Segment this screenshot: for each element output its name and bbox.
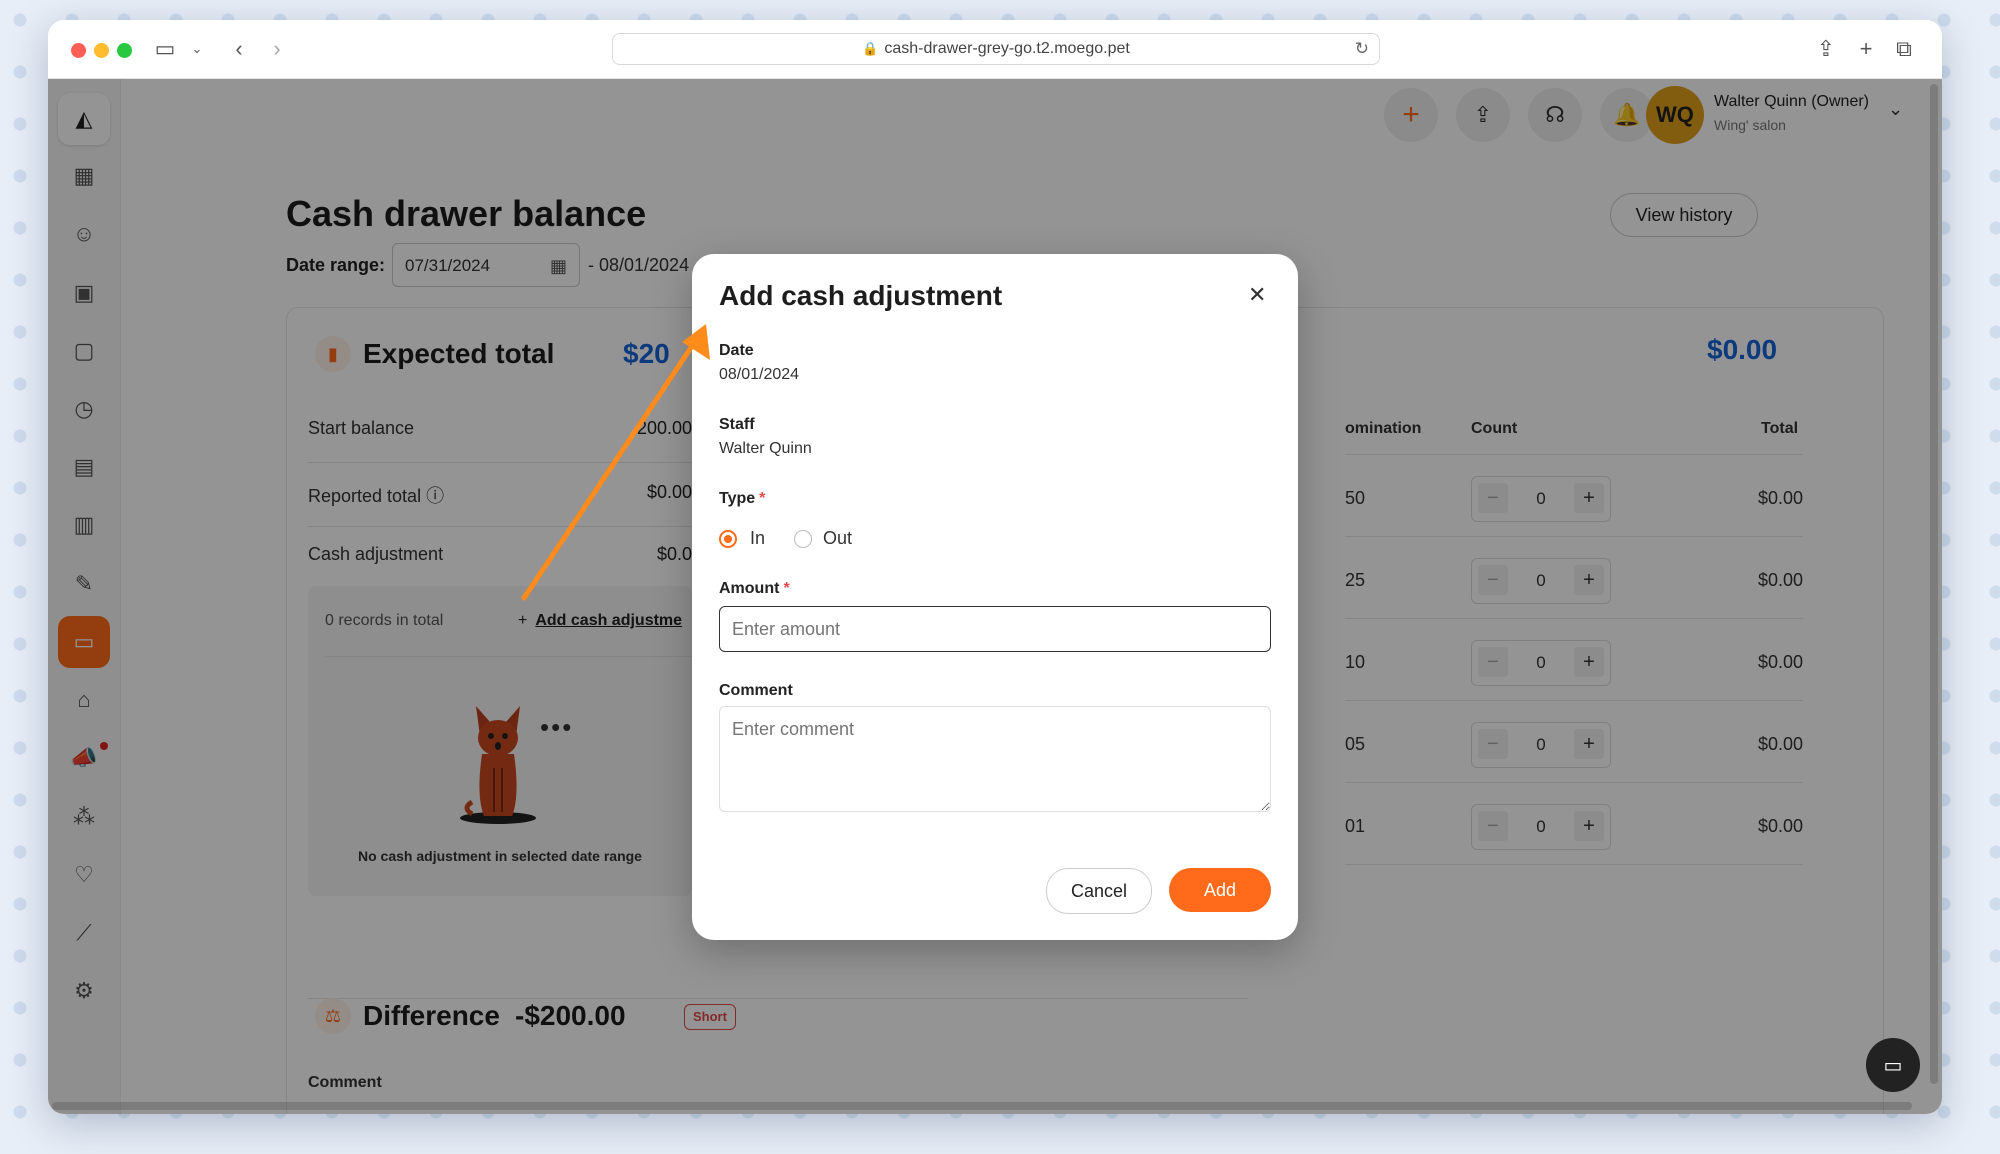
type-out-radio[interactable] [794,530,812,548]
chat-icon[interactable]: ▭ [1866,1038,1920,1092]
staff-value: Walter Quinn [719,440,812,457]
close-icon[interactable]: ✕ [1248,282,1266,308]
add-button[interactable]: Add [1169,868,1271,912]
type-label: Type * [719,490,766,507]
annotation-arrow [521,324,710,601]
type-in-label[interactable]: In [750,528,765,549]
vertical-scrollbar[interactable] [1930,84,1938,1084]
browser-toolbar: ▭ ⌄ ‹ › 🔒 cash-drawer-grey-go.t2.moego.pe… [48,20,1942,79]
cancel-button[interactable]: Cancel [1046,868,1152,914]
amount-label: Amount * [719,580,790,597]
minimize-window-button[interactable] [94,43,109,58]
type-out-label[interactable]: Out [823,528,852,549]
forward-icon[interactable]: › [266,36,288,62]
back-icon[interactable]: ‹ [228,36,250,62]
date-value: 08/01/2024 [719,366,800,383]
modal-title: Add cash adjustment [719,280,1003,311]
chevron-down-icon[interactable]: ⌄ [190,36,204,62]
type-in-radio[interactable] [719,530,737,548]
sidebar-toggle-icon[interactable]: ▭ [152,36,178,62]
new-tab-icon[interactable]: + [1854,36,1878,62]
lock-icon: 🔒 [862,41,879,56]
comment-label: Comment [719,682,793,699]
amount-input[interactable] [719,606,1271,652]
close-window-button[interactable] [71,43,86,58]
horizontal-scrollbar[interactable] [52,1102,1912,1110]
url-text: cash-drawer-grey-go.t2.moego.pet [884,40,1130,57]
tab-overview-icon[interactable]: ⧉ [1892,36,1916,62]
maximize-window-button[interactable] [117,43,132,58]
add-cash-adjustment-modal: Add cash adjustment ✕ Date 08/01/2024 St… [692,254,1298,940]
address-bar[interactable]: 🔒 cash-drawer-grey-go.t2.moego.pet ↻ [612,33,1380,65]
staff-label: Staff [719,416,755,433]
reload-icon[interactable]: ↻ [1355,34,1369,64]
share-icon[interactable]: ⇪ [1814,36,1838,62]
date-label: Date [719,342,754,359]
comment-textarea[interactable] [719,706,1271,812]
